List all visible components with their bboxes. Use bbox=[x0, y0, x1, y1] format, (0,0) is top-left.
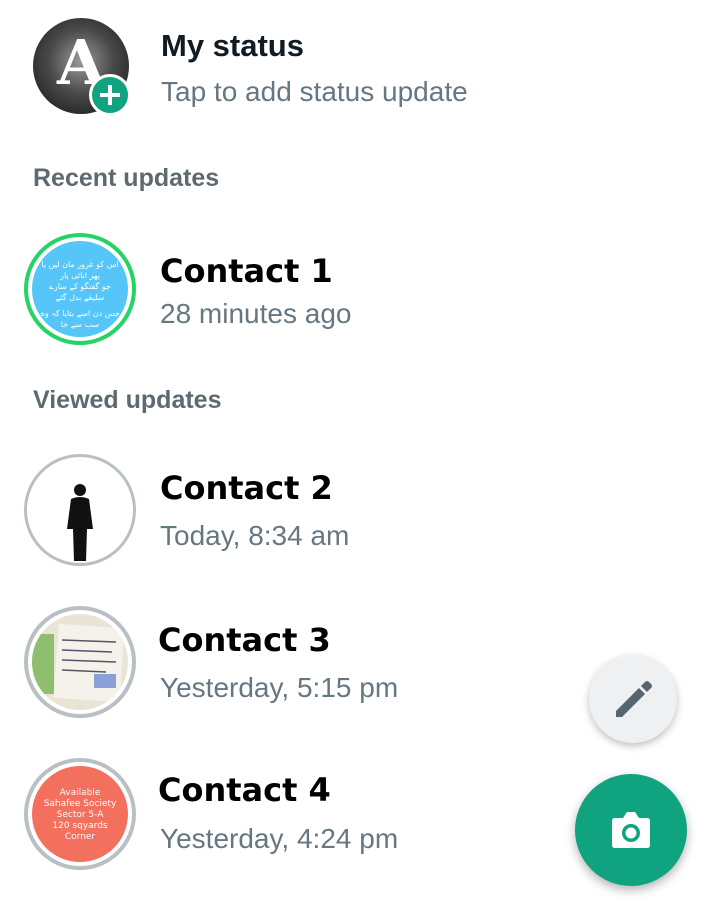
text-status-button[interactable] bbox=[589, 655, 677, 743]
status-time: Yesterday, 4:24 pm bbox=[160, 823, 399, 854]
status-time: Yesterday, 5:15 pm bbox=[160, 672, 399, 703]
status-thumbnail[interactable]: اس کو غرور مان لیں یا پھر انائی پار جو گ… bbox=[24, 233, 136, 345]
status-time: 28 minutes ago bbox=[160, 298, 352, 329]
thumb-line: Sahafee Society bbox=[43, 799, 117, 809]
status-time: Today, 8:34 am bbox=[160, 520, 350, 551]
status-thumbnail[interactable] bbox=[24, 454, 136, 566]
pencil-icon bbox=[616, 681, 652, 717]
recent-updates-heading: Recent updates bbox=[33, 164, 220, 192]
thumb-line: Corner bbox=[64, 832, 96, 842]
status-thumbnail[interactable]: Available Sahafee Society Sector 5-A 120… bbox=[24, 758, 136, 870]
camera-status-button[interactable] bbox=[575, 774, 687, 886]
camera-icon bbox=[612, 812, 650, 848]
contact-name: Contact 2 bbox=[160, 469, 333, 507]
my-status-title: My status bbox=[161, 28, 304, 63]
thumb-line: Available bbox=[59, 788, 101, 798]
contact-name: Contact 1 bbox=[160, 252, 333, 290]
add-status-icon[interactable] bbox=[89, 74, 131, 116]
thumb-line: Sector 5-A bbox=[56, 810, 104, 820]
status-thumbnail[interactable] bbox=[24, 606, 136, 718]
viewed-updates-heading: Viewed updates bbox=[33, 386, 222, 414]
person-silhouette-icon bbox=[67, 484, 93, 561]
contact-name: Contact 3 bbox=[158, 621, 331, 659]
my-status-subtitle: Tap to add status update bbox=[161, 76, 468, 107]
status-thumbnail-text: اس کو غرور مان لیں یا پھر انائی پار جو گ… bbox=[32, 241, 128, 337]
document-photo-icon bbox=[32, 614, 128, 710]
thumb-line: 120 sqyards bbox=[52, 821, 108, 831]
contact-name: Contact 4 bbox=[158, 771, 331, 809]
